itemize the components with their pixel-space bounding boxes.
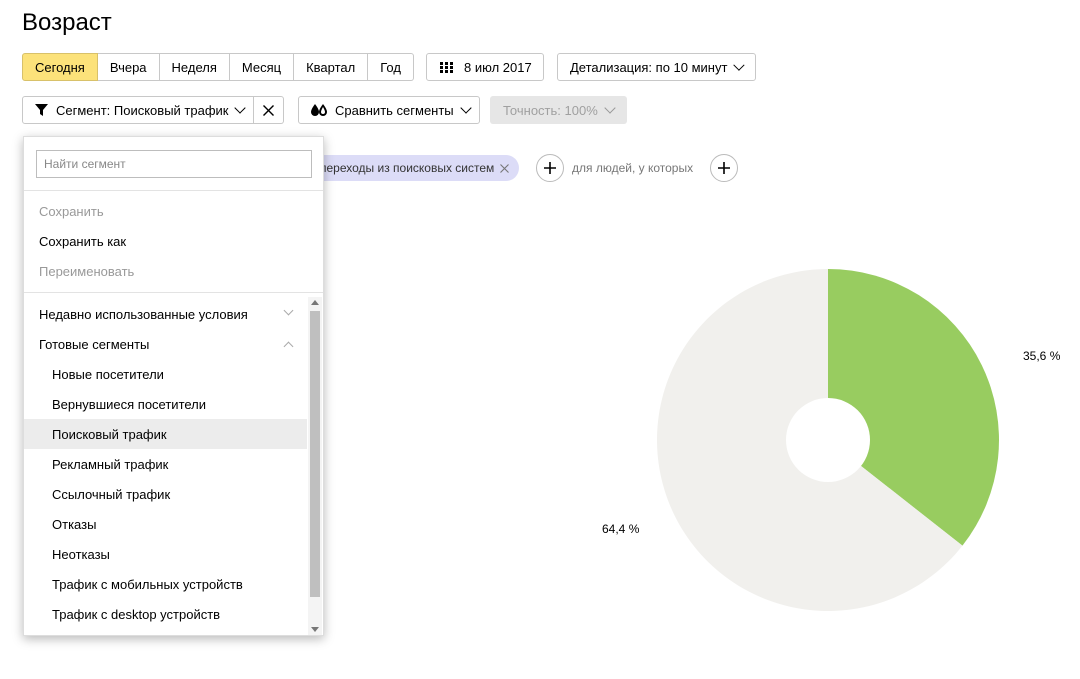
scroll-down-icon[interactable] <box>311 627 319 632</box>
close-icon <box>263 104 275 116</box>
people-condition-label: для людей, у которых <box>572 161 694 175</box>
group-ready-segments[interactable]: Готовые сегменты <box>24 329 307 359</box>
chevron-down-icon <box>733 58 745 71</box>
segment-item[interactable]: Вернувшиеся посетители <box>24 389 307 419</box>
chevron-up-icon <box>283 341 294 352</box>
group-recent-conditions[interactable]: Недавно использованные условия <box>24 299 307 329</box>
date-label: 8 июл 2017 <box>464 59 532 75</box>
date-picker-button[interactable]: 8 июл 2017 <box>426 53 544 81</box>
filter-chip-label: переходы из поисковых систем <box>320 161 495 175</box>
accuracy-label: Точность: 100% <box>503 102 598 118</box>
segment-item[interactable]: Новые посетители <box>24 359 307 389</box>
period-quarter-button[interactable]: Квартал <box>294 53 369 81</box>
age-pie-chart <box>657 269 999 611</box>
segment-item[interactable]: Неотказы <box>24 539 307 569</box>
clear-segment-button[interactable] <box>254 96 285 124</box>
save-as-menu-item[interactable]: Сохранить как <box>39 234 126 249</box>
compare-segments-button[interactable]: Сравнить сегменты <box>298 96 480 124</box>
donut-hole <box>786 398 870 482</box>
segment-select-button[interactable]: Сегмент: Поисковый трафик <box>22 96 255 124</box>
chevron-down-icon <box>234 101 247 114</box>
segment-item[interactable]: Ссылочный трафик <box>24 479 307 509</box>
period-month-button[interactable]: Месяц <box>229 53 295 81</box>
segment-search-input[interactable] <box>36 150 312 178</box>
plus-icon <box>544 162 556 174</box>
detail-select[interactable]: Детализация: по 10 минут <box>557 53 756 81</box>
segment-item[interactable]: Трафик с мобильных устройств <box>24 569 307 599</box>
period-year-button[interactable]: Год <box>368 53 414 81</box>
period-selector: Сегодня Вчера Неделя Месяц Квартал Год <box>22 53 414 81</box>
pie-label-grey: 64,4 % <box>602 522 640 536</box>
compare-label: Сравнить сегменты <box>335 102 454 118</box>
segment-item-selected[interactable]: Поисковый трафик <box>24 419 307 449</box>
group-label: Недавно использованные условия <box>39 306 248 322</box>
divider <box>24 292 323 293</box>
segment-label: Сегмент: Поисковый трафик <box>56 102 229 118</box>
period-yesterday-button[interactable]: Вчера <box>97 53 160 81</box>
close-icon[interactable] <box>500 163 510 173</box>
pie-label-green: 35,6 % <box>1023 349 1061 363</box>
add-condition-button[interactable] <box>536 154 564 182</box>
filter-chip[interactable]: переходы из поисковых систем <box>300 155 520 181</box>
period-week-button[interactable]: Неделя <box>159 53 230 81</box>
plus-icon <box>718 162 730 174</box>
segment-item[interactable]: Отказы <box>24 509 307 539</box>
divider <box>24 190 323 191</box>
chevron-down-icon <box>283 305 294 316</box>
chevron-down-icon <box>604 101 616 114</box>
scroll-up-icon[interactable] <box>311 300 319 305</box>
segment-control: Сегмент: Поисковый трафик <box>22 96 285 124</box>
segment-item[interactable]: Рекламный трафик <box>24 449 307 479</box>
period-today-button[interactable]: Сегодня <box>22 53 98 81</box>
segment-dropdown: Сохранить Сохранить как Переименовать Не… <box>23 136 324 636</box>
dropdown-scrollbar[interactable] <box>308 297 322 635</box>
calendar-icon <box>440 61 453 73</box>
save-menu-item: Сохранить <box>39 204 104 219</box>
segment-item[interactable]: Трафик с desktop устройств <box>24 599 307 629</box>
chevron-down-icon <box>459 101 472 114</box>
accuracy-select: Точность: 100% <box>490 96 627 124</box>
scroll-thumb[interactable] <box>310 311 320 597</box>
segment-list: Недавно использованные условия Готовые с… <box>24 297 307 637</box>
group-label: Готовые сегменты <box>39 336 150 352</box>
add-people-condition-button[interactable] <box>710 154 738 182</box>
page-title: Возраст <box>22 9 112 36</box>
compare-drops-icon <box>311 104 327 116</box>
filter-icon <box>35 104 48 116</box>
detail-label: Детализация: по 10 минут <box>570 59 728 75</box>
rename-menu-item: Переименовать <box>39 264 135 279</box>
